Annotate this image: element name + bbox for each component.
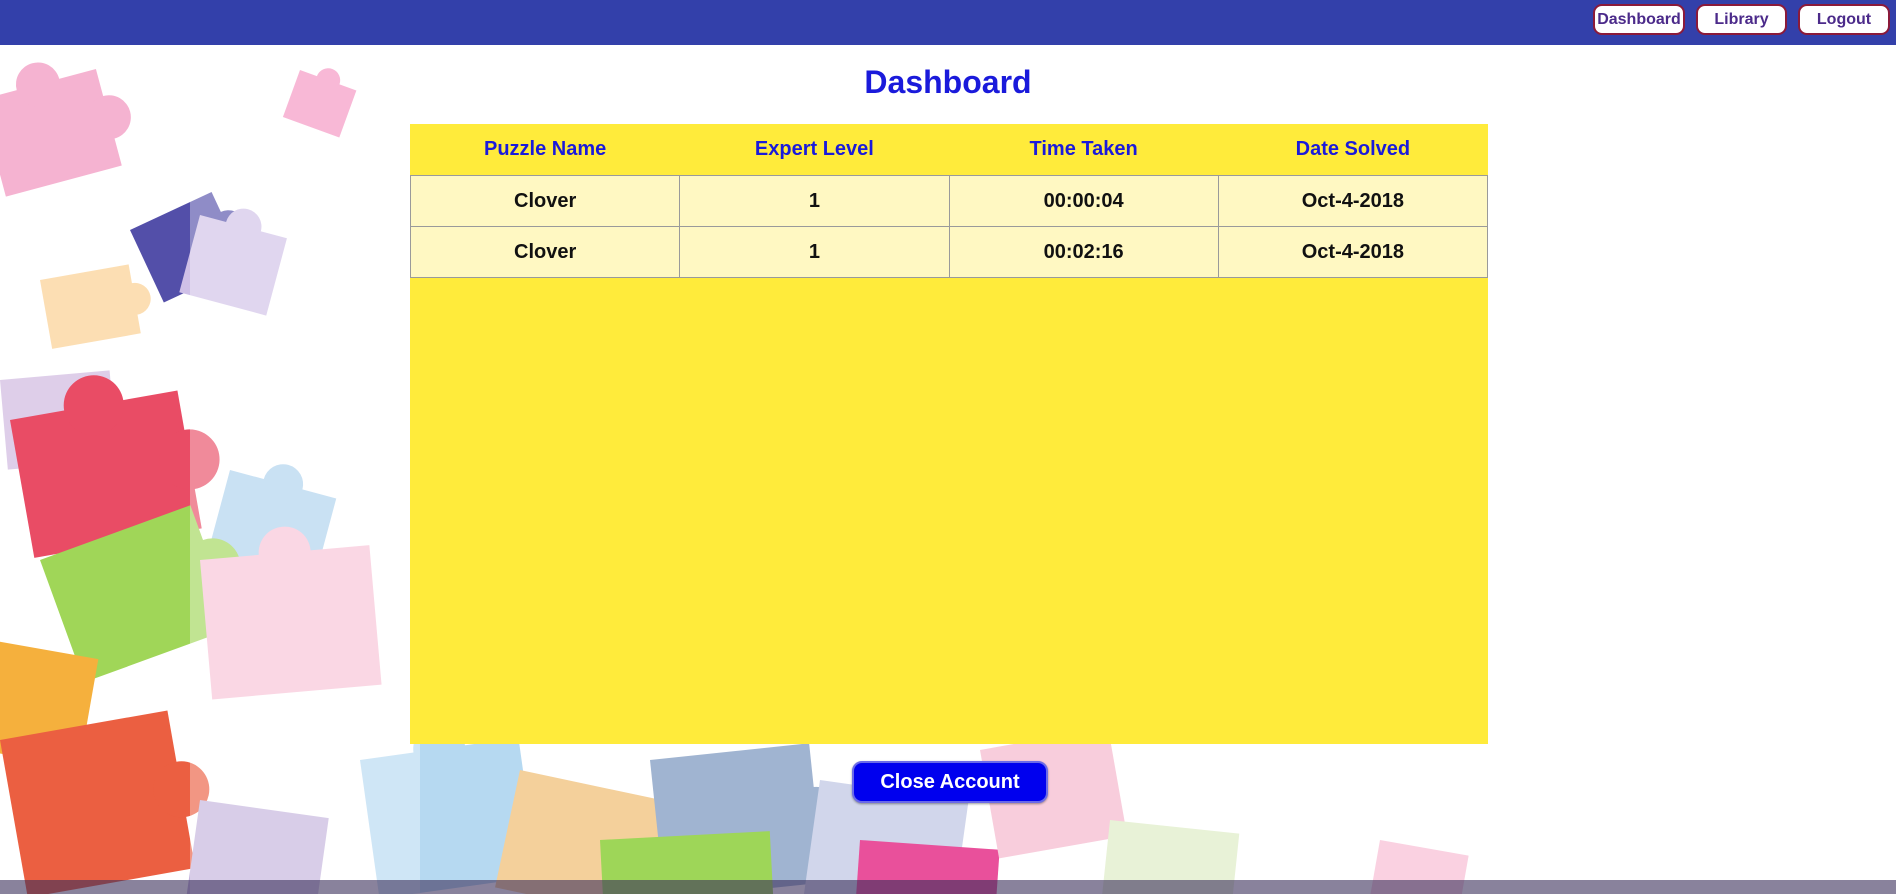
table-row: Clover 1 00:02:16 Oct-4-2018 [409, 226, 1489, 278]
column-header-puzzle-name: Puzzle Name [410, 124, 680, 176]
table-header-row: Puzzle Name Expert Level Time Taken Date… [410, 124, 1488, 176]
cell-puzzle-name: Clover [409, 226, 681, 278]
column-header-expert-level: Expert Level [679, 124, 949, 176]
nav-logout-button[interactable]: Logout [1798, 4, 1890, 35]
nav-dashboard-button[interactable]: Dashboard [1593, 4, 1685, 35]
cell-puzzle-name: Clover [409, 175, 681, 227]
column-header-time-taken: Time Taken [949, 124, 1219, 176]
top-nav-bar: Dashboard Library Logout [0, 0, 1896, 45]
close-account-button[interactable]: Close Account [852, 761, 1048, 803]
cell-time-taken: 00:00:04 [948, 175, 1219, 227]
faded-overlay [190, 0, 420, 894]
cell-date-solved: Oct-4-2018 [1217, 226, 1489, 278]
puzzle-piece [40, 264, 151, 349]
cell-date-solved: Oct-4-2018 [1217, 175, 1489, 227]
records-panel: Puzzle Name Expert Level Time Taken Date… [409, 124, 1489, 744]
puzzle-records-table: Puzzle Name Expert Level Time Taken Date… [409, 124, 1489, 278]
dark-side-strip [0, 880, 1896, 894]
cell-expert-level: 1 [679, 226, 950, 278]
page-title: Dashboard [864, 64, 1032, 100]
nav-library-button[interactable]: Library [1696, 4, 1787, 35]
column-header-date-solved: Date Solved [1218, 124, 1488, 176]
table-row: Clover 1 00:00:04 Oct-4-2018 [409, 175, 1489, 227]
cell-expert-level: 1 [679, 175, 950, 227]
cell-time-taken: 00:02:16 [948, 226, 1219, 278]
